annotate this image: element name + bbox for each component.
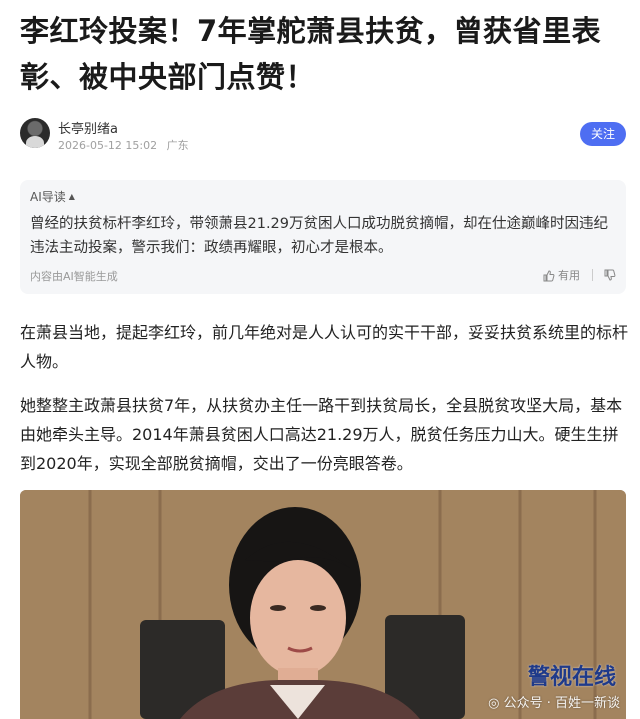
post-meta: 2026-05-12 15:02 广东 xyxy=(58,137,195,153)
ai-summary-text: 曾经的扶贫标杆李红玲，带领萧县21.29万贫困人口成功脱贫摘帽，却在仕途巅峰时因… xyxy=(30,216,609,256)
ai-summary-header[interactable]: AI导读 ▲ xyxy=(30,188,75,205)
article-photo[interactable]: 警视在线 ◎ 公众号 · 百姓一新谈 xyxy=(20,490,626,719)
thumbs-up-icon xyxy=(543,270,554,282)
watermark-brand: 警视在线 xyxy=(527,664,616,690)
publish-datetime: 2026-05-12 15:02 xyxy=(58,139,158,152)
ai-summary-box: AI导读 ▲ 曾经的扶贫标杆李红玲，带领萧县21.29万贫困人口成功脱贫摘帽，却在… xyxy=(20,180,626,294)
watermark-text: 公众号 · 百姓一新谈 xyxy=(503,696,620,711)
ai-summary-title: AI导读 xyxy=(30,190,66,204)
avatar[interactable] xyxy=(20,118,50,148)
author-name[interactable]: 长亭别绪a xyxy=(58,118,118,137)
publish-location: 广东 xyxy=(166,139,189,152)
useful-label: 有用 xyxy=(558,269,580,282)
feedback-actions: 有用 xyxy=(543,267,617,283)
paragraph-2: 她整整主政萧县扶贫7年，从扶贫办主任一路干到扶贫局长，全县脱贫攻坚大局，基本由她… xyxy=(20,396,623,473)
follow-button[interactable]: 关注 xyxy=(580,122,626,146)
photo-watermark: ◎ 公众号 · 百姓一新谈 xyxy=(488,692,620,711)
author-row: 长亭别绪a 2026-05-12 15:02 广东 关注 xyxy=(20,118,626,154)
paragraph-1: 在萧县当地，提起李红玲，前几年绝对是人人认可的实干干部，妥妥扶贫系统里的标杆人物… xyxy=(20,323,629,371)
article-title: 李红玲投案！7年掌舵萧县扶贫，曾获省里表彰、被中央部门点赞！ xyxy=(20,14,602,94)
divider xyxy=(591,269,593,281)
useful-button[interactable]: 有用 xyxy=(543,267,580,283)
ai-generated-note: 内容由AI智能生成 xyxy=(30,270,118,283)
thumbs-down-icon[interactable] xyxy=(604,269,616,281)
wechat-icon: ◎ xyxy=(488,696,500,711)
caret-up-icon: ▲ xyxy=(68,192,75,201)
